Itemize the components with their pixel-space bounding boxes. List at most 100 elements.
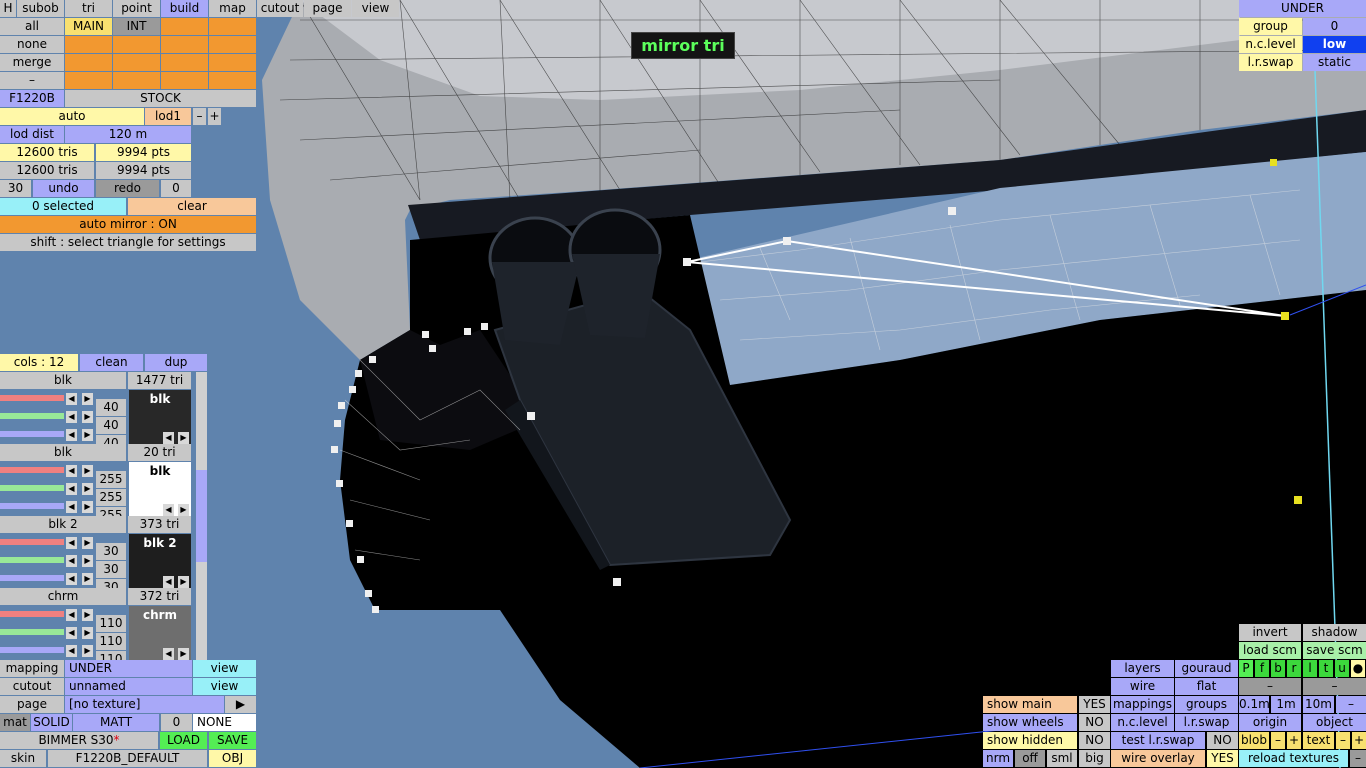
- slider-right-arrow[interactable]: ▶: [82, 483, 93, 495]
- swatch-right-arrow[interactable]: ▶: [178, 648, 189, 660]
- clear-button[interactable]: clear: [128, 198, 256, 215]
- slider-left-arrow[interactable]: ◀: [66, 429, 77, 441]
- load-scm-button[interactable]: load scm: [1239, 642, 1301, 659]
- slider-left-arrow[interactable]: ◀: [66, 537, 77, 549]
- slider-left-arrow[interactable]: ◀: [66, 483, 77, 495]
- green-value[interactable]: 110: [96, 633, 126, 650]
- layer-slot[interactable]: [65, 54, 112, 71]
- colour-slider[interactable]: [0, 647, 64, 653]
- layer-slot[interactable]: [113, 72, 160, 89]
- view-letter-P[interactable]: P: [1239, 660, 1253, 677]
- clean-button[interactable]: clean: [80, 354, 143, 371]
- colour-name[interactable]: blk: [0, 444, 126, 461]
- slider-right-arrow[interactable]: ▶: [82, 555, 93, 567]
- reload-textures-button[interactable]: reload textures: [1239, 750, 1348, 767]
- slider-left-arrow[interactable]: ◀: [66, 627, 77, 639]
- red-value[interactable]: 255: [96, 471, 126, 488]
- group-value[interactable]: 0: [1303, 18, 1366, 35]
- slider-right-arrow[interactable]: ▶: [82, 627, 93, 639]
- swatch-left-arrow[interactable]: ◀: [163, 432, 174, 444]
- view-letter-f[interactable]: f: [1255, 660, 1269, 677]
- nclevel-button[interactable]: n.c.level: [1111, 714, 1174, 731]
- auto-mirror-toggle[interactable]: auto mirror : ON: [0, 216, 256, 233]
- slider-left-arrow[interactable]: ◀: [66, 501, 77, 513]
- lrswap-button[interactable]: l.r.swap: [1175, 714, 1238, 731]
- mat-solid-button[interactable]: SOLID: [31, 714, 72, 731]
- menu-point[interactable]: point: [113, 0, 160, 17]
- slider-right-arrow[interactable]: ▶: [82, 573, 93, 585]
- layer-slot[interactable]: [209, 72, 256, 89]
- page-next-button[interactable]: ▶: [225, 696, 256, 713]
- slider-right-arrow[interactable]: ▶: [82, 411, 93, 423]
- layers-button[interactable]: layers: [1111, 660, 1174, 677]
- lod-minus-button[interactable]: –: [193, 108, 206, 125]
- slider-left-arrow[interactable]: ◀: [66, 555, 77, 567]
- lod-auto-button[interactable]: auto: [0, 108, 144, 125]
- layer-slot[interactable]: [161, 36, 208, 53]
- blob-button[interactable]: blob: [1239, 732, 1269, 749]
- layer-slot[interactable]: [65, 72, 112, 89]
- layer-slot[interactable]: [209, 36, 256, 53]
- dash-button[interactable]: –: [1239, 678, 1301, 695]
- select-none-button[interactable]: none: [0, 36, 64, 53]
- show-hidden-value[interactable]: NO: [1079, 732, 1110, 749]
- menu-page[interactable]: page: [304, 0, 351, 17]
- colour-slider[interactable]: [0, 467, 64, 473]
- skin-value[interactable]: F1220B_DEFAULT: [48, 750, 207, 767]
- slider-right-arrow[interactable]: ▶: [82, 537, 93, 549]
- obj-button[interactable]: OBJ: [209, 750, 256, 767]
- colour-slider[interactable]: [0, 557, 64, 563]
- green-value[interactable]: 255: [96, 489, 126, 506]
- mappings-button[interactable]: mappings: [1111, 696, 1174, 713]
- colour-slider[interactable]: [0, 395, 64, 401]
- slider-right-arrow[interactable]: ▶: [82, 465, 93, 477]
- mapping-value[interactable]: UNDER: [65, 660, 192, 677]
- view-letter-t[interactable]: t: [1319, 660, 1333, 677]
- colour-name[interactable]: blk 2: [0, 516, 126, 533]
- menu-view[interactable]: view: [352, 0, 399, 17]
- lod-select[interactable]: lod1: [145, 108, 191, 125]
- lrswap-value[interactable]: static: [1303, 54, 1366, 71]
- car-name[interactable]: BIMMER S30*: [0, 732, 158, 749]
- groups-button[interactable]: groups: [1175, 696, 1238, 713]
- off-button[interactable]: off: [1015, 750, 1045, 767]
- test-lrswap-value[interactable]: NO: [1207, 732, 1238, 749]
- layer-slot[interactable]: [209, 54, 256, 71]
- menu-tri[interactable]: tri: [65, 0, 112, 17]
- slider-right-arrow[interactable]: ▶: [82, 645, 93, 657]
- model-name[interactable]: F1220B: [0, 90, 64, 107]
- page-value[interactable]: [no texture]: [65, 696, 224, 713]
- big-button[interactable]: big: [1079, 750, 1110, 767]
- red-value[interactable]: 30: [96, 543, 126, 560]
- slider-left-arrow[interactable]: ◀: [66, 609, 77, 621]
- colour-name[interactable]: chrm: [0, 588, 126, 605]
- slider-left-arrow[interactable]: ◀: [66, 393, 77, 405]
- wire-button[interactable]: wire: [1111, 678, 1174, 695]
- layer-slot[interactable]: [161, 72, 208, 89]
- menu-build[interactable]: build: [161, 0, 208, 17]
- grid-1m-button[interactable]: 1m: [1271, 696, 1301, 713]
- view-letter-r[interactable]: r: [1287, 660, 1301, 677]
- colour-slider[interactable]: [0, 539, 64, 545]
- load-button[interactable]: LOAD: [160, 732, 207, 749]
- slider-right-arrow[interactable]: ▶: [82, 429, 93, 441]
- merge-button[interactable]: merge: [0, 54, 64, 71]
- shadow-button[interactable]: shadow: [1303, 624, 1366, 641]
- show-main-button[interactable]: show main: [983, 696, 1077, 713]
- redo-button[interactable]: redo: [96, 180, 159, 197]
- dash-button[interactable]: –: [0, 72, 64, 89]
- layer-slot[interactable]: [161, 18, 208, 35]
- grid-0-1m-button[interactable]: 0.1m: [1239, 696, 1269, 713]
- layer-slot[interactable]: [113, 54, 160, 71]
- save-scm-button[interactable]: save scm: [1303, 642, 1366, 659]
- colour-slider[interactable]: [0, 485, 64, 491]
- slider-left-arrow[interactable]: ◀: [66, 411, 77, 423]
- text-minus-button[interactable]: –: [1336, 732, 1350, 749]
- view-letter-l[interactable]: l: [1303, 660, 1317, 677]
- wire-overlay-value[interactable]: YES: [1207, 750, 1238, 767]
- grid-minus-button[interactable]: –: [1336, 696, 1366, 713]
- red-value[interactable]: 40: [96, 399, 126, 416]
- layer-slot[interactable]: [161, 54, 208, 71]
- nrm-button[interactable]: nrm: [983, 750, 1013, 767]
- reload-dash-button[interactable]: –: [1350, 750, 1366, 767]
